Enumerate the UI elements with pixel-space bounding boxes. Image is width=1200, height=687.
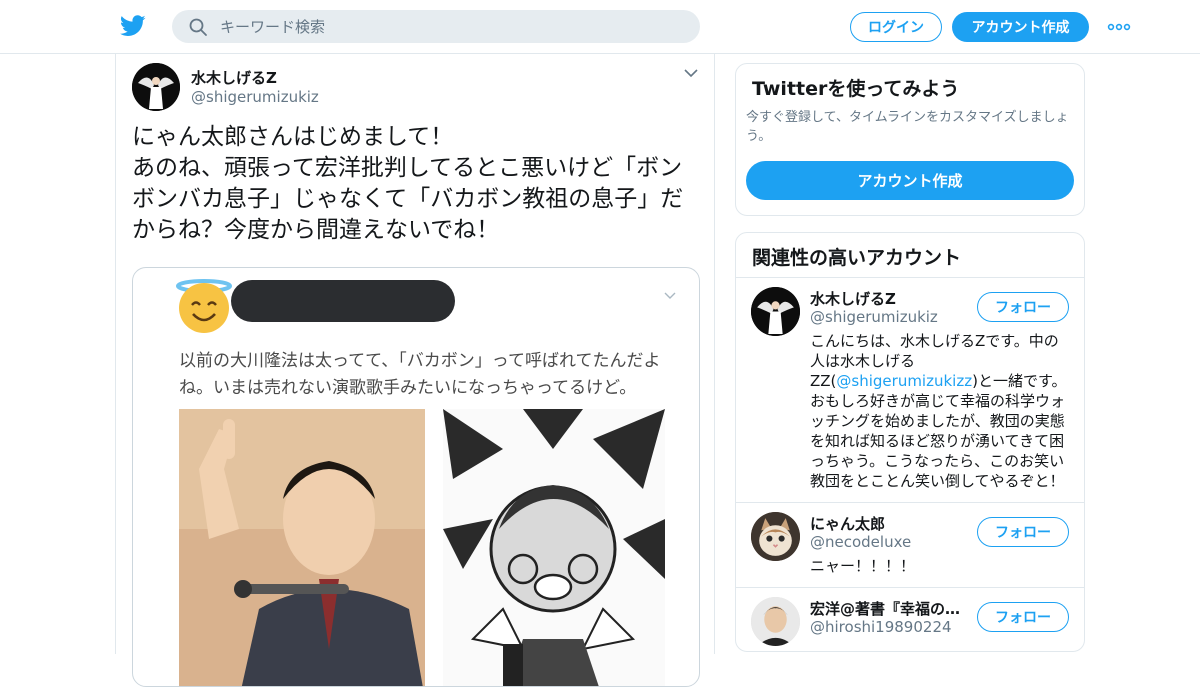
account-handle[interactable]: @necodeluxe xyxy=(810,533,911,551)
tweet-author-name[interactable]: 水木しげるZ xyxy=(191,67,277,88)
avatar[interactable] xyxy=(132,63,180,111)
search-icon xyxy=(189,18,207,36)
more-dots-icon[interactable] xyxy=(1107,20,1131,34)
account-item[interactable]: にゃん太郎 @necodeluxe フォロー ニャー！！！！ xyxy=(736,502,1084,587)
tweet-panel: 水木しげるZ @shigerumizukiz にゃん太郎さんはじめまして！ あの… xyxy=(115,54,715,687)
account-name[interactable]: にゃん太郎 xyxy=(810,513,970,534)
tweet-author-handle[interactable]: @shigerumizukiz xyxy=(191,88,319,106)
related-accounts-card: 関連性の高いアカウント 水木しげるZ @shigerumizukiz フォロー … xyxy=(735,232,1085,652)
cartoon-illustration xyxy=(443,409,665,686)
follow-button[interactable]: フォロー xyxy=(977,517,1069,547)
tweet-text: にゃん太郎さんはじめまして！ あのね、頑張って宏洋批判してるとこ悪いけど「ボンボ… xyxy=(132,124,684,243)
cat-photo-icon xyxy=(751,512,800,561)
account-item[interactable]: 水木しげるZ @shigerumizukiz フォロー こんにちは、水木しげるZ… xyxy=(736,277,1084,502)
smiling-angel-emoji-icon xyxy=(176,279,232,333)
avatar[interactable] xyxy=(751,512,800,561)
account-bio: ニャー！！！！ xyxy=(810,557,916,575)
try-twitter-card: Twitterを使ってみよう 今すぐ登録して、タイムラインをカスタマイズしましょ… xyxy=(735,63,1085,216)
account-name[interactable]: 水木しげるZ xyxy=(810,288,970,309)
card-description: 今すぐ登録して、タイムラインをカスタマイズしましょう。 xyxy=(746,110,1069,144)
portrait-photo-icon xyxy=(751,597,800,646)
follow-button[interactable]: フォロー xyxy=(977,602,1069,632)
top-navigation-bar: ログイン アカウント作成 xyxy=(0,0,1200,54)
search-input[interactable] xyxy=(220,15,680,38)
account-handle[interactable]: @hiroshi19890224 xyxy=(810,618,952,636)
account-handle[interactable]: @shigerumizukiz xyxy=(810,308,938,326)
avatar[interactable] xyxy=(751,287,800,336)
redacted-name-bar xyxy=(231,280,455,322)
card-title: 関連性の高いアカウント xyxy=(752,247,962,269)
bio-mention-link[interactable]: @shigerumizukizz xyxy=(836,372,972,390)
embedded-tweet-text: 以前の大川隆法は太ってて、「バカボン」って呼ばれてたんだよね。いまは売れない演歌… xyxy=(179,351,661,398)
card-title: Twitterを使ってみよう xyxy=(752,78,960,100)
signup-button[interactable]: アカウント作成 xyxy=(952,12,1089,42)
tweet-media-image[interactable]: 以前の大川隆法は太ってて、「バカボン」って呼ばれてたんだよね。いまは売れない演歌… xyxy=(132,267,700,687)
account-item[interactable]: 宏洋@著書『幸福の科学との訣別』 @hiroshi19890224 フォロー xyxy=(736,587,1084,651)
login-button[interactable]: ログイン xyxy=(850,12,942,42)
account-bio: こんにちは、水木しげるZです。中の人は水木しげるZZ(@shigerumizuk… xyxy=(810,331,1072,491)
speaker-photo xyxy=(179,409,425,686)
account-name[interactable]: 宏洋@著書『幸福の科学との訣別』 xyxy=(810,598,970,619)
chevron-down-icon xyxy=(664,292,676,299)
search-box[interactable] xyxy=(172,10,700,43)
avatar[interactable] xyxy=(751,597,800,646)
signup-cta-button[interactable]: アカウント作成 xyxy=(746,161,1074,200)
angel-figure-icon xyxy=(132,63,180,111)
chevron-down-icon[interactable] xyxy=(684,68,698,78)
follow-button[interactable]: フォロー xyxy=(977,292,1069,322)
angel-figure-icon xyxy=(751,287,800,336)
twitter-bird-icon[interactable] xyxy=(120,14,146,38)
